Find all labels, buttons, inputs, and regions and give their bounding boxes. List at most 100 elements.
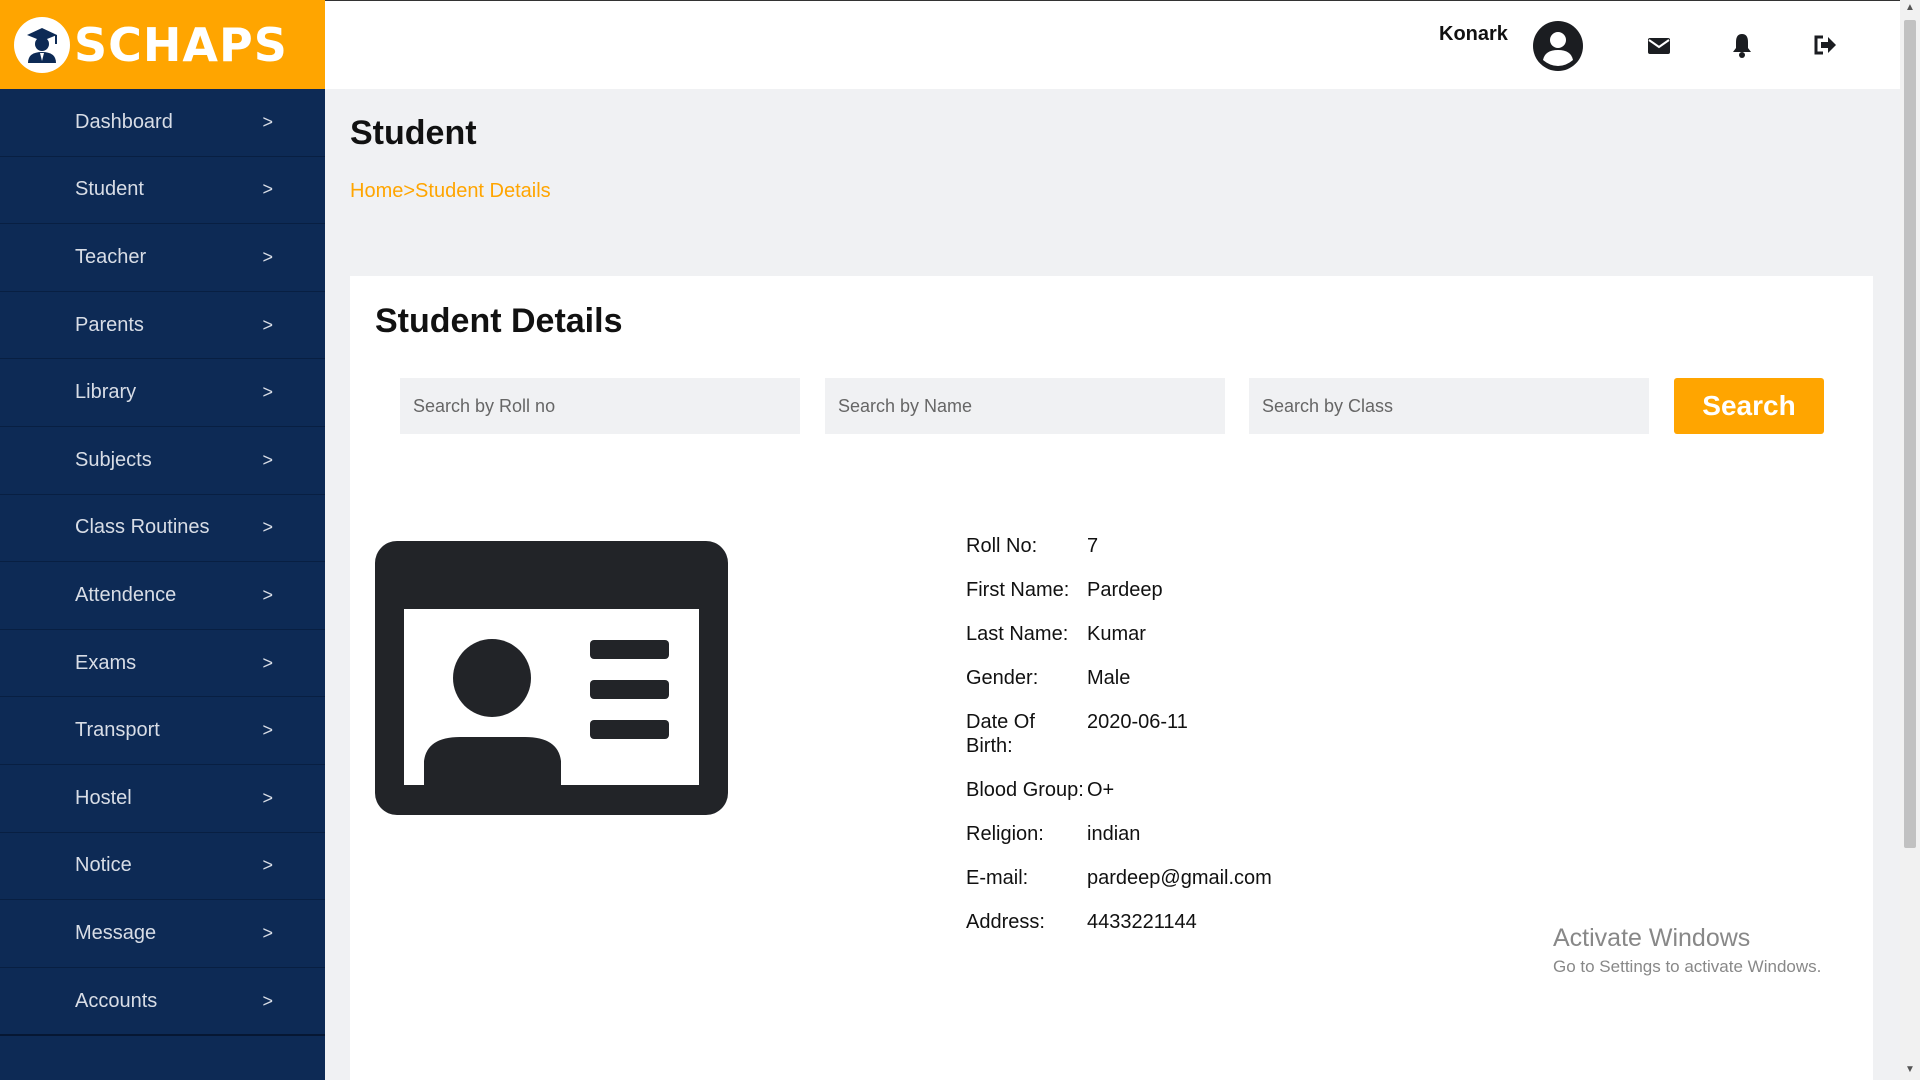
sidebar-item-label: Message <box>75 921 157 944</box>
scroll-up-arrow-icon[interactable]: ▲ <box>1904 2 1916 13</box>
graduate-logo-icon <box>14 16 70 73</box>
breadcrumb-home-link[interactable]: Home <box>350 180 403 202</box>
sidebar-item-label: Attendence <box>75 583 177 606</box>
sidebar-item-dashboard[interactable]: Dashboard > <box>0 89 325 157</box>
detail-label: Religion: <box>966 823 1044 845</box>
detail-row-last-name: Last Name: Kumar <box>966 622 1272 646</box>
search-name-input[interactable] <box>825 378 1225 434</box>
top-header: Konark <box>325 0 1900 89</box>
watermark-subtitle: Go to Settings to activate Windows. <box>1553 957 1822 976</box>
detail-value: Male <box>1087 667 1131 689</box>
chevron-right-icon: > <box>262 855 273 876</box>
detail-label: First Name: <box>966 579 1070 601</box>
detail-row-blood-group: Blood Group: O+ <box>966 778 1272 802</box>
user-avatar-icon[interactable] <box>1533 21 1583 71</box>
detail-value: Kumar <box>1087 623 1146 645</box>
sidebar-item-accounts[interactable]: Accounts > <box>0 968 325 1036</box>
detail-label: Date Of Birth: <box>966 711 1035 757</box>
sidebar-item-label: Library <box>75 381 137 404</box>
id-card-icon <box>375 541 728 815</box>
sidebar-item-exams[interactable]: Exams > <box>0 630 325 698</box>
chevron-right-icon: > <box>262 449 273 470</box>
search-class-input[interactable] <box>1249 378 1649 434</box>
sidebar-item-library[interactable]: Library > <box>0 359 325 427</box>
detail-row-gender: Gender: Male <box>966 666 1272 690</box>
chevron-right-icon: > <box>262 720 273 741</box>
detail-label: Blood Group: <box>966 779 1084 801</box>
detail-value: Pardeep <box>1087 579 1163 601</box>
sidebar-item-label: Subjects <box>75 448 152 471</box>
chevron-right-icon: > <box>262 179 273 200</box>
chevron-right-icon: > <box>262 382 273 403</box>
detail-value: 4433221144 <box>1087 911 1197 933</box>
page-title: Student <box>350 114 477 152</box>
sidebar-item-label: Notice <box>75 854 132 877</box>
sidebar-item-label: Dashboard <box>75 110 173 133</box>
windows-activation-watermark: Activate Windows Go to Settings to activ… <box>1553 924 1821 977</box>
user-name[interactable]: Konark <box>1439 23 1508 46</box>
card-title: Student Details <box>375 302 623 340</box>
breadcrumb: Home>Student Details <box>350 180 551 203</box>
breadcrumb-separator: > <box>403 180 416 202</box>
chevron-right-icon: > <box>262 111 273 132</box>
search-roll-input[interactable] <box>400 378 800 434</box>
detail-label: Gender: <box>966 667 1039 689</box>
sidebar-item-label: Parents <box>75 313 144 336</box>
detail-row-address: Address: 4433221144 <box>966 910 1272 934</box>
breadcrumb-current[interactable]: Student Details <box>415 180 551 202</box>
sidebar-item-parents[interactable]: Parents > <box>0 292 325 360</box>
chevron-right-icon: > <box>262 246 273 267</box>
detail-value: O+ <box>1087 779 1115 801</box>
sidebar-item-message[interactable]: Message > <box>0 900 325 968</box>
chevron-right-icon: > <box>262 652 273 673</box>
detail-label: Last Name: <box>966 623 1069 645</box>
detail-label: Roll No: <box>966 535 1038 557</box>
scroll-thumb[interactable] <box>1904 20 1916 848</box>
detail-row-date-of-birth: Date Of Birth: 2020-06-11 <box>966 710 1272 758</box>
detail-value: 2020-06-11 <box>1087 711 1188 733</box>
watermark-title: Activate Windows <box>1553 924 1751 952</box>
sidebar-item-attendence[interactable]: Attendence > <box>0 562 325 630</box>
detail-row-roll-no: Roll No: 7 <box>966 534 1272 558</box>
sidebar-item-label: Accounts <box>75 989 158 1012</box>
sidebar-item-label: Teacher <box>75 245 147 268</box>
chevron-right-icon: > <box>262 787 273 808</box>
detail-row-religion: Religion: indian <box>966 822 1272 846</box>
sidebar-divider <box>0 1034 325 1036</box>
sidebar-item-class-routines[interactable]: Class Routines > <box>0 495 325 563</box>
sign-out-icon[interactable] <box>1811 31 1839 59</box>
bell-icon[interactable] <box>1728 31 1756 59</box>
sidebar-item-teacher[interactable]: Teacher > <box>0 224 325 292</box>
sidebar-item-label: Transport <box>75 719 160 742</box>
chevron-right-icon: > <box>262 922 273 943</box>
sidebar-item-label: Student <box>75 178 144 201</box>
sidebar-item-student[interactable]: Student > <box>0 157 325 225</box>
detail-value: indian <box>1087 823 1141 845</box>
sidebar-item-transport[interactable]: Transport > <box>0 697 325 765</box>
detail-label: E-mail: <box>966 867 1029 889</box>
sidebar-item-notice[interactable]: Notice > <box>0 833 325 901</box>
sidebar-item-label: Hostel <box>75 786 132 809</box>
page-scrollbar[interactable]: ▲ ▼ <box>1900 0 1920 1080</box>
detail-row-first-name: First Name: Pardeep <box>966 578 1272 602</box>
chevron-right-icon: > <box>262 584 273 605</box>
detail-value: pardeep@gmail.com <box>1087 867 1272 889</box>
logo-text: SCHAPS <box>74 17 288 72</box>
scroll-down-arrow-icon[interactable]: ▼ <box>1904 1064 1916 1075</box>
detail-value: 7 <box>1087 535 1099 557</box>
sidebar-nav: Dashboard > Student > Teacher > Parents > Li… <box>0 89 325 1036</box>
sidebar-item-hostel[interactable]: Hostel > <box>0 765 325 833</box>
logo-bar[interactable]: SCHAPS <box>0 0 325 89</box>
detail-row-email: E-mail: pardeep@gmail.com <box>966 866 1272 890</box>
detail-label: Address: <box>966 911 1045 933</box>
student-details-list: Roll No: 7 First Name: Pardeep Last Name: K… <box>966 534 1272 954</box>
search-button[interactable]: Search <box>1674 378 1824 434</box>
envelope-icon[interactable] <box>1645 31 1673 59</box>
chevron-right-icon: > <box>262 990 273 1011</box>
chevron-right-icon: > <box>262 517 273 538</box>
chevron-right-icon: > <box>262 314 273 335</box>
sidebar: SCHAPS Dashboard > Student > Teacher > Pare… <box>0 0 325 1080</box>
sidebar-item-subjects[interactable]: Subjects > <box>0 427 325 495</box>
sidebar-item-label: Class Routines <box>75 516 210 539</box>
sidebar-item-label: Exams <box>75 651 137 674</box>
